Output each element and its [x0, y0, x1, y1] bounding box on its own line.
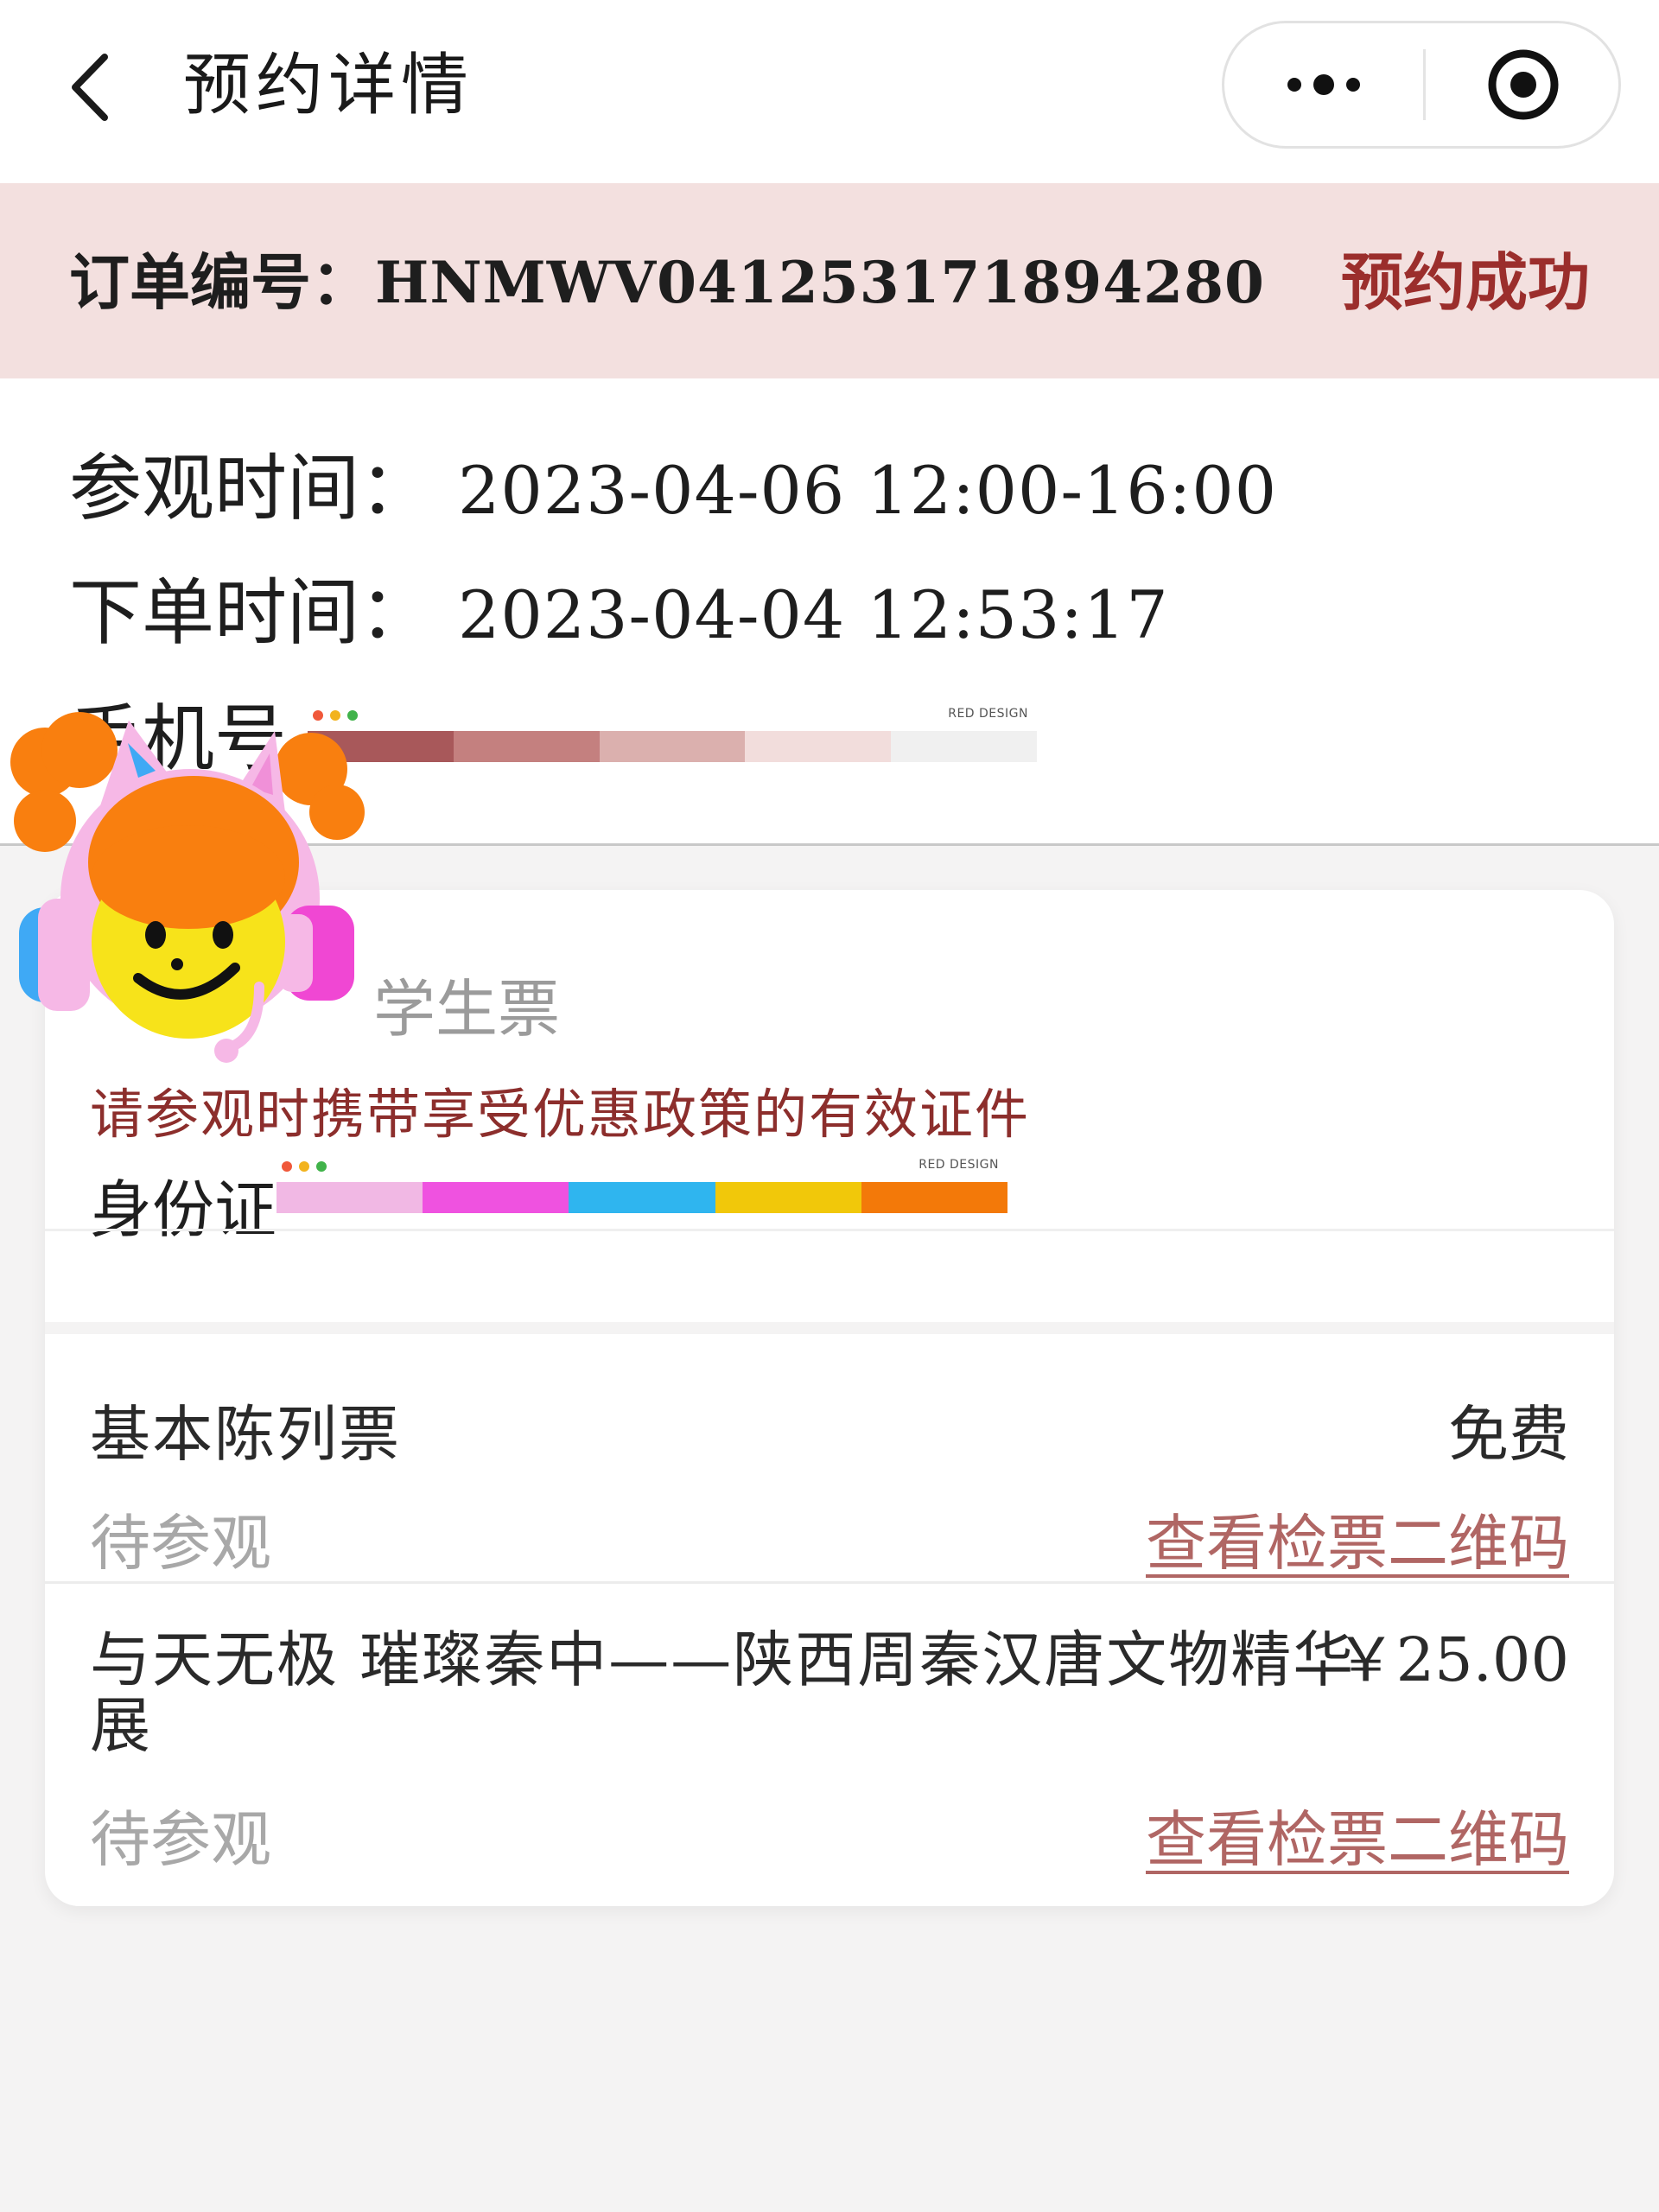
mask-dot	[316, 1161, 327, 1172]
mini-program-capsule	[1222, 21, 1621, 149]
divider	[45, 1229, 1614, 1231]
avatar-sticker	[10, 712, 365, 1063]
order-time-label: 下单时间：	[69, 570, 433, 655]
ticket-status: 待参观	[90, 1508, 271, 1579]
mask-segment	[569, 1182, 715, 1213]
mask-segment	[276, 1182, 423, 1213]
mask-segment	[599, 731, 746, 762]
back-button[interactable]	[52, 40, 130, 135]
ticket-item: 基本陈列票 免费 待参观 查看检票二维码	[45, 1334, 1614, 1607]
nav-bar: 预约详情	[0, 0, 1659, 183]
mask-segment	[745, 731, 892, 762]
mask-brand-text: RED DESIGN	[948, 707, 1028, 721]
visit-time-row: 参观时间： 2023-04-06 12:00-16:00	[69, 441, 1277, 536]
ticket-name: 基本陈列票	[90, 1399, 401, 1470]
close-mini-program-button[interactable]	[1426, 23, 1621, 146]
ticket-price: 免费	[1448, 1399, 1569, 1470]
mask-segment	[423, 1182, 569, 1213]
phone-mask-strip: RED DESIGN	[308, 707, 1037, 762]
mask-segment	[453, 731, 600, 762]
target-circle-icon	[1488, 49, 1559, 120]
visit-time-value: 2023-04-06 12:00-16:00	[458, 452, 1278, 529]
page-title: 预约详情	[183, 47, 474, 124]
order-time-row: 下单时间： 2023-04-04 12:53:17	[69, 565, 1169, 660]
order-number-bar: 订单编号： HNMWV041253171894280 预约成功	[0, 183, 1659, 378]
mask-segment	[891, 731, 1037, 762]
ticket-name: 与天无极 璀璨秦中——陕西周秦汉唐文物精华展	[90, 1624, 1356, 1761]
view-qr-code-link[interactable]: 查看检票二维码	[1146, 1791, 1569, 1878]
mask-segment	[861, 1182, 1008, 1213]
ticket-price: ￥25.00	[1335, 1624, 1569, 1695]
order-time-value: 2023-04-04 12:53:17	[458, 576, 1169, 653]
section-gap	[45, 1322, 1614, 1334]
mask-dots	[282, 1161, 327, 1172]
mask-segment	[715, 1182, 861, 1213]
mask-brand-text: RED DESIGN	[918, 1158, 999, 1172]
order-number-value: HNMWV041253171894280	[375, 249, 1265, 316]
visit-time-label: 参观时间：	[69, 446, 433, 531]
more-button[interactable]	[1224, 23, 1423, 146]
mask-dot	[299, 1161, 309, 1172]
more-dots-icon	[1287, 74, 1360, 95]
reservation-detail-page: 预约详情 订单编号： HNMWV041253171894280 预约成功 参观时…	[0, 0, 1659, 2212]
order-number-label: 订单编号：	[69, 246, 372, 318]
ticket-status: 待参观	[90, 1804, 271, 1875]
chevron-left-icon	[72, 54, 108, 121]
reservation-status: 预约成功	[1340, 245, 1590, 319]
mask-dot	[282, 1161, 292, 1172]
view-qr-code-link[interactable]: 查看检票二维码	[1146, 1495, 1569, 1582]
id-card-label: 身份证	[90, 1173, 277, 1246]
ticket-item: 与天无极 璀璨秦中——陕西周秦汉唐文物精华展 ￥25.00 待参观 查看检票二维…	[45, 1584, 1614, 1906]
id-mask-strip: RED DESIGN	[276, 1158, 1008, 1213]
